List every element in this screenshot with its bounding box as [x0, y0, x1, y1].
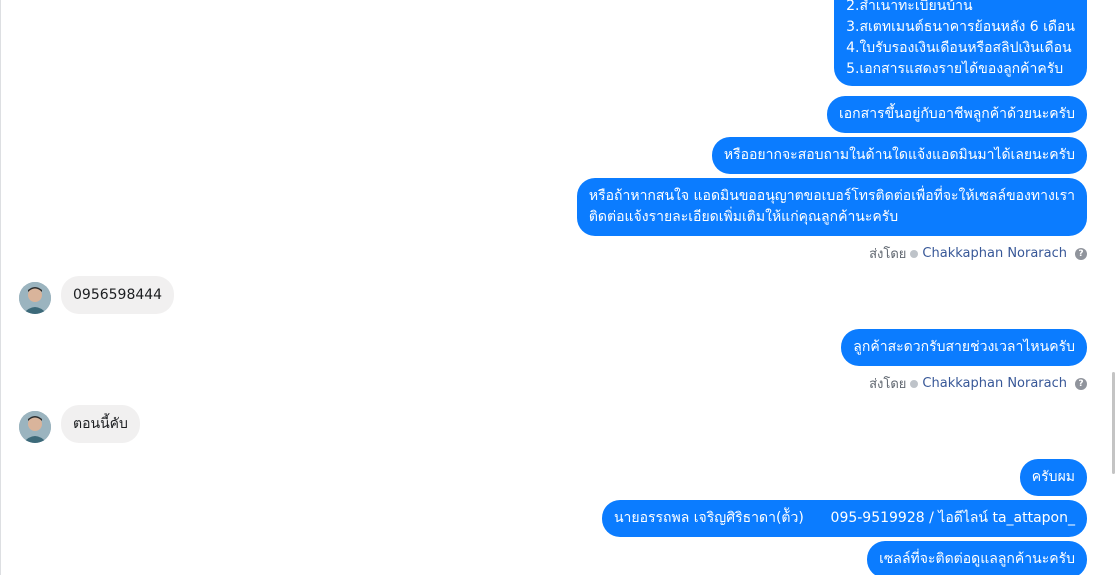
sent-by-info: ส่งโดย Chakkaphan Norarach ? — [869, 373, 1087, 394]
message-bubble-if-interested: หรือถ้าหากสนใจ แอดมินขออนุญาตขอเบอร์โทรต… — [576, 178, 1087, 236]
scrollbar-thumb[interactable] — [1112, 372, 1115, 474]
document-item: 3.สเตทเมนต์ธนาคารย้อนหลัง 6 เดือน — [846, 19, 1075, 35]
message-bubble-document-list: 2.สำเนาทะเบียนบ้าน 3.สเตทเมนต์ธนาคารย้อน… — [834, 0, 1087, 86]
message-text: ติดต่อแจ้งรายละเอียดเพิ่มเติมให้แก่คุณลู… — [588, 209, 899, 225]
check-circle-icon — [910, 379, 919, 388]
question-mark-icon[interactable]: ? — [1075, 377, 1087, 390]
message-text: 0956598444 — [73, 287, 163, 303]
customer-avatar[interactable] — [19, 282, 51, 314]
message-bubble-customer-now: ตอนนี้คับ — [61, 405, 140, 443]
message-text: นายอรรถพล เจริญศิริธาดา(ต้ัว) 095-951992… — [613, 510, 1075, 526]
message-bubble-ask-questions: หรืออยากจะสอบถามในด้านใดแจ้งแอดมินมาได้เ… — [711, 137, 1087, 174]
customer-avatar[interactable] — [19, 411, 51, 443]
message-text: ครับผม — [1031, 469, 1075, 485]
document-item: 2.สำเนาทะเบียนบ้าน — [846, 0, 973, 14]
check-circle-icon — [910, 249, 919, 258]
message-bubble-customer-phone: 0956598444 — [61, 276, 175, 314]
sent-by-label: ส่งโดย — [869, 247, 907, 262]
sender-name-link[interactable]: Chakkaphan Norarach — [922, 376, 1067, 391]
document-item: 4.ใบรับรองเงินเดือนหรือสลิปเงินเดือน — [846, 40, 1072, 56]
sent-by-info: ส่งโดย Chakkaphan Norarach ? — [869, 243, 1087, 264]
message-text: ตอนนี้คับ — [73, 416, 128, 432]
message-text: หรืออยากจะสอบถามในด้านใดแจ้งแอดมินมาได้เ… — [723, 147, 1075, 163]
question-mark-icon[interactable]: ? — [1075, 247, 1087, 260]
chat-thread: 2.สำเนาทะเบียนบ้าน 3.สเตทเมนต์ธนาคารย้อน… — [0, 0, 1117, 575]
message-text: เอกสารขึ้นอยู่กับอาชีพลูกค้าด้วยนะครับ — [838, 106, 1075, 122]
message-text: ลูกค้าสะดวกรับสายช่วงเวลาไหนครับ — [853, 339, 1075, 355]
document-item: 5.เอกสารแสดงรายได้ของลูกค้าครับ — [846, 61, 1064, 77]
message-text: เซลล์ที่จะติดต่อดูแลลูกค้านะครับ — [879, 551, 1075, 567]
message-text: หรือถ้าหากสนใจ แอดมินขออนุญาตขอเบอร์โทรต… — [588, 188, 1075, 204]
message-bubble-sales-will-contact: เซลล์ที่จะติดต่อดูแลลูกค้านะครับ — [867, 541, 1087, 575]
sender-name-link[interactable]: Chakkaphan Norarach — [922, 246, 1067, 261]
message-bubble-depends-on-job: เอกสารขึ้นอยู่กับอาชีพลูกค้าด้วยนะครับ — [826, 96, 1087, 133]
sent-by-label: ส่งโดย — [869, 377, 907, 392]
message-bubble-sales-contact: นายอรรถพล เจริญศิริธาดา(ต้ัว) 095-951992… — [601, 500, 1087, 537]
message-bubble-yes-sir: ครับผม — [1019, 459, 1087, 496]
message-bubble-convenient-time: ลูกค้าสะดวกรับสายช่วงเวลาไหนครับ — [841, 329, 1087, 366]
